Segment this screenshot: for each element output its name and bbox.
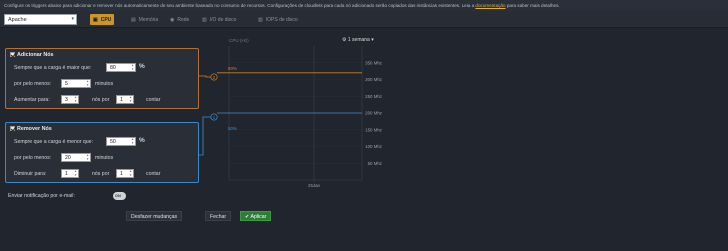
add-threshold-marker: 80% (228, 66, 237, 71)
y-tick-label: 250 Mhz (365, 94, 382, 99)
y-tick-label: 150 Mhz (365, 127, 382, 132)
y-tick-label: 300 Mhz (365, 77, 382, 82)
plot-area: 25Jan 350 Mhz 300 Mhz 250 Mhz 200 Mhz 150 Mhz… (217, 46, 382, 188)
y-tick-label: 200 Mhz (365, 111, 382, 116)
y-tick-label: 100 Mhz (365, 144, 382, 149)
y-tick-label: 50 Mhz (368, 161, 382, 166)
cpu-chart: 25Jan 350 Mhz 300 Mhz 250 Mhz 200 Mhz 150 Mhz… (199, 46, 382, 188)
remove-threshold-marker: 50% (228, 126, 237, 131)
x-tick-label: 25Jan (308, 183, 321, 188)
y-tick-label: 350 Mhz (365, 60, 382, 65)
remove-connector (199, 116, 214, 156)
